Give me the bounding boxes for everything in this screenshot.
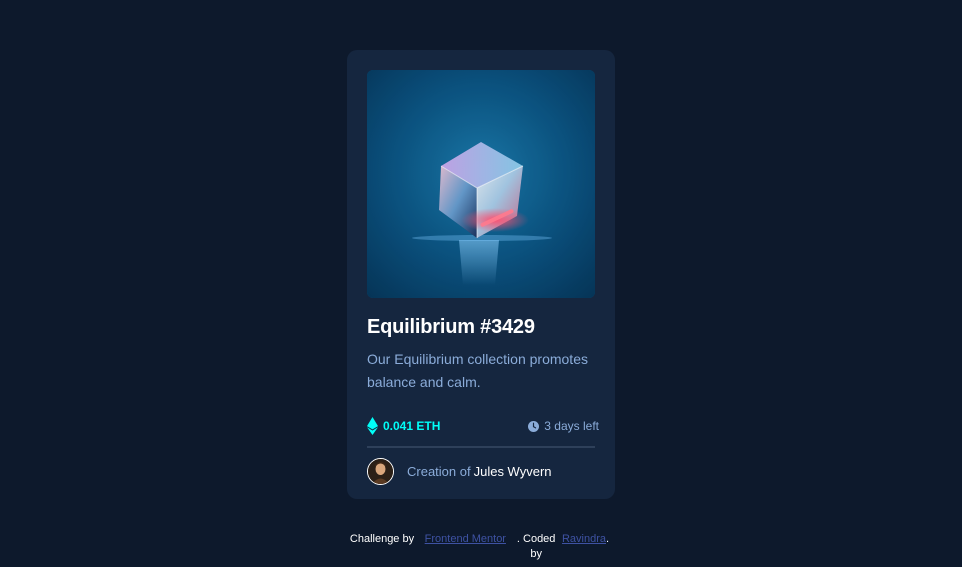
attribution: Challenge by Frontend Mentor . Coded by … [347,532,617,562]
nft-description: Our Equilibrium collection promotes bala… [367,351,588,390]
attribution-challenge-by: Challenge by [349,533,415,545]
page: Equilibrium #3429 Our Equilibrium collec… [0,0,962,567]
nft-stats: 0.041 ETH 3 days left [367,416,599,436]
nft-image[interactable] [367,70,595,298]
time-left-value: 3 days left [544,419,599,433]
frontend-mentor-link[interactable]: Frontend Mentor [425,533,506,545]
divider [367,446,595,448]
avatar [367,458,394,485]
price: 0.041 ETH [367,417,440,435]
attribution-period: . [606,533,610,545]
ethereum-icon [367,417,378,435]
price-value: 0.041 ETH [383,419,441,433]
equilibrium-cube-image [367,70,595,298]
creator-prefix: Creation of [407,464,471,479]
creator: Creation of Jules Wyvern [367,458,595,485]
author-link[interactable]: Ravindra [562,533,606,545]
attribution-coded-by: . Coded by [516,533,556,560]
nft-title[interactable]: Equilibrium #3429 [367,315,595,339]
creator-name-link[interactable]: Jules Wyvern [474,464,552,479]
clock-icon [528,420,540,432]
time-left: 3 days left [528,419,599,433]
nft-card: Equilibrium #3429 Our Equilibrium collec… [347,50,615,499]
